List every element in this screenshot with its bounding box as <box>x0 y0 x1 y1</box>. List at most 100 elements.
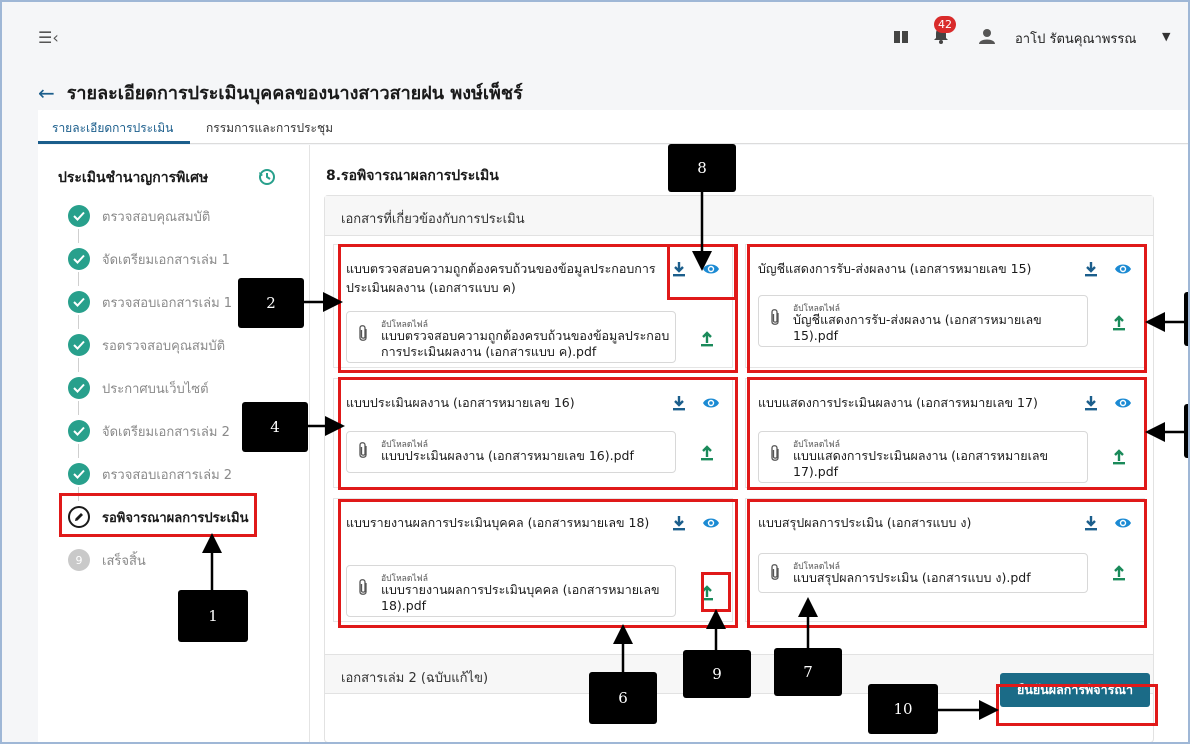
paperclip-icon <box>771 445 779 461</box>
check-icon <box>68 205 90 227</box>
user-name[interactable]: อาโป รัตนคุณาพรรณ <box>1015 28 1136 49</box>
section-title: 8.รอพิจารณาผลการประเมิน <box>326 168 499 184</box>
check-icon <box>68 248 90 270</box>
callout-4: 4 <box>242 402 308 452</box>
upload-icon[interactable] <box>1110 563 1128 581</box>
tab-bar: รายละเอียดการประเมิน กรรมการและการประชุม <box>38 110 1188 144</box>
back-arrow-icon[interactable]: ← <box>38 81 55 105</box>
file-name: แบบตรวจสอบความถูกต้องครบถ้วนของข้อมูลประ… <box>381 328 670 359</box>
callout-1: 1 <box>178 590 248 642</box>
step-label: รอพิจารณาผลการประเมิน <box>102 510 249 526</box>
paperclip-icon <box>771 309 779 325</box>
step-item[interactable]: ตรวจสอบเอกสารเล่ม 2 <box>68 463 232 485</box>
eye-icon[interactable] <box>702 514 720 532</box>
upload-field[interactable]: อัปโหลดไฟล์ แบบสรุปผลการประเมิน (เอกสารแ… <box>758 553 1088 593</box>
upload-field[interactable]: อัปโหลดไฟล์ แบบรายงานผลการประเมินบุคคล (… <box>346 565 676 617</box>
eye-icon[interactable] <box>1114 260 1132 278</box>
document-card: แบบแสดงการประเมินผลงาน (เอกสารหมายเลข 17… <box>745 378 1145 488</box>
paperclip-icon <box>359 442 367 458</box>
step-item[interactable]: ตรวจสอบเอกสารเล่ม 1 <box>68 291 232 313</box>
step-label: จัดเตรียมเอกสารเล่ม 2 <box>102 424 230 440</box>
document-actions <box>1082 394 1132 412</box>
document-title: แบบแสดงการประเมินผลงาน (เอกสารหมายเลข 17… <box>758 395 1038 410</box>
step-label: ตรวจสอบเอกสารเล่ม 1 <box>102 295 233 311</box>
tab-committee-meetings[interactable]: กรรมการและการประชุม <box>206 119 333 138</box>
download-icon[interactable] <box>1082 260 1100 278</box>
upload-field[interactable]: อัปโหลดไฟล์ แบบตรวจสอบความถูกต้องครบถ้วน… <box>346 311 676 363</box>
document-actions <box>670 394 720 412</box>
confirm-result-button[interactable]: ยืนยันผลการพิจารณา <box>1000 673 1150 707</box>
upload-field[interactable]: อัปโหลดไฟล์ แบบแสดงการประเมินผลงาน (เอกส… <box>758 431 1088 483</box>
upload-field[interactable]: อัปโหลดไฟล์ แบบประเมินผลงาน (เอกสารหมายเ… <box>346 431 676 473</box>
step-item[interactable]: จัดเตรียมเอกสารเล่ม 1 <box>68 248 230 270</box>
check-icon <box>68 420 90 442</box>
check-icon <box>68 334 90 356</box>
chevron-down-icon[interactable]: ▼ <box>1162 30 1170 43</box>
file-name: บัญชีแสดงการรับ-ส่งผลงาน (เอกสารหมายเลข … <box>793 312 1042 343</box>
step-connector <box>78 315 79 329</box>
step-connector <box>78 229 79 243</box>
page-title: รายละเอียดการประเมินบุคคลของนางสาวสายฝน … <box>66 83 523 104</box>
file-name: แบบประเมินผลงาน (เอกสารหมายเลข 16).pdf <box>381 448 634 463</box>
callout-8: 8 <box>668 144 736 192</box>
download-icon[interactable] <box>670 394 688 412</box>
menu-collapse-icon[interactable]: ☰‹ <box>38 28 59 47</box>
callout-7: 7 <box>774 648 842 696</box>
step-label: ประกาศบนเว็บไซต์ <box>102 381 209 397</box>
file-name: แบบแสดงการประเมินผลงาน (เอกสารหมายเลข 17… <box>793 448 1049 479</box>
callout-3-partial <box>1184 292 1188 346</box>
step-item[interactable]: ตรวจสอบคุณสมบัติ <box>68 205 210 227</box>
callout-5-partial <box>1184 404 1188 458</box>
step-item[interactable]: จัดเตรียมเอกสารเล่ม 2 <box>68 420 230 442</box>
paperclip-icon <box>359 325 367 341</box>
step-item[interactable]: รอตรวจสอบคุณสมบัติ <box>68 334 225 356</box>
download-icon[interactable] <box>670 514 688 532</box>
pencil-icon <box>68 506 90 528</box>
eye-icon[interactable] <box>702 394 720 412</box>
step-label: เสร็จสิ้น <box>102 553 146 569</box>
topbar: ☰‹ 42 อาโป รัตนคุณาพรรณ ▼ <box>2 2 1188 64</box>
document-card: บัญชีแสดงการรับ-ส่งผลงาน (เอกสารหมายเลข … <box>745 244 1145 368</box>
document-actions <box>670 514 720 532</box>
history-icon[interactable] <box>258 168 276 186</box>
upload-icon[interactable] <box>698 443 716 461</box>
eye-icon[interactable] <box>1114 514 1132 532</box>
download-icon[interactable] <box>1082 394 1100 412</box>
document-card: แบบรายงานผลการประเมินบุคคล (เอกสารหมายเล… <box>333 498 733 622</box>
document-title: แบบประเมินผลงาน (เอกสารหมายเลข 16) <box>346 395 575 410</box>
check-icon <box>68 291 90 313</box>
document-title: แบบสรุปผลการประเมิน (เอกสารแบบ ง) <box>758 515 972 530</box>
callout-6: 6 <box>589 672 657 724</box>
step-item-current[interactable]: รอพิจารณาผลการประเมิน <box>68 506 248 528</box>
upload-icon[interactable] <box>698 583 716 601</box>
paperclip-icon <box>771 564 779 580</box>
upload-icon[interactable] <box>1110 313 1128 331</box>
avatar-icon[interactable] <box>979 28 995 44</box>
upload-icon[interactable] <box>698 329 716 347</box>
document-title: แบบรายงานผลการประเมินบุคคล (เอกสารหมายเล… <box>346 515 650 530</box>
step-connector <box>78 401 79 415</box>
download-icon[interactable] <box>670 260 688 278</box>
callout-10: 10 <box>868 684 938 734</box>
check-icon <box>68 377 90 399</box>
step-number: 9 <box>68 549 90 571</box>
check-icon <box>68 463 90 485</box>
eye-icon[interactable] <box>702 260 720 278</box>
tab-assessment-details[interactable]: รายละเอียดการประเมิน <box>52 119 173 138</box>
book-icon[interactable] <box>894 31 908 43</box>
eye-icon[interactable] <box>1114 394 1132 412</box>
document-title: บัญชีแสดงการรับ-ส่งผลงาน (เอกสารหมายเลข … <box>758 261 1032 276</box>
upload-field[interactable]: อัปโหลดไฟล์ บัญชีแสดงการรับ-ส่งผลงาน (เอ… <box>758 295 1088 347</box>
step-connector <box>78 487 79 501</box>
docs-accordion-header[interactable]: เอกสารที่เกี่ยวข้องกับการประเมิน <box>325 196 1153 236</box>
docs-header-label: เอกสารที่เกี่ยวข้องกับการประเมิน <box>341 212 525 227</box>
download-icon[interactable] <box>1082 514 1100 532</box>
document-actions <box>670 260 720 278</box>
step-label: รอตรวจสอบคุณสมบัติ <box>102 338 226 354</box>
step-item[interactable]: ประกาศบนเว็บไซต์ <box>68 377 209 399</box>
upload-icon[interactable] <box>1110 447 1128 465</box>
step-label: ตรวจสอบเอกสารเล่ม 2 <box>102 467 233 483</box>
file-name: แบบรายงานผลการประเมินบุคคล (เอกสารหมายเล… <box>381 582 660 613</box>
step-item[interactable]: 9 เสร็จสิ้น <box>68 549 146 571</box>
document-actions <box>1082 260 1132 278</box>
